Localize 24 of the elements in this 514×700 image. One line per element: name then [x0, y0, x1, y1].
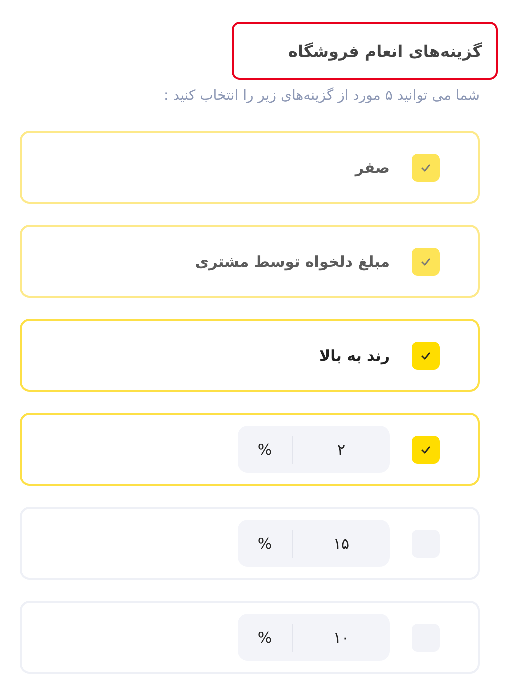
percent-value: ۲	[292, 436, 390, 464]
checkbox[interactable]	[412, 436, 440, 464]
option-card[interactable]: رند به بالا	[20, 319, 480, 392]
option-card[interactable]: ۱۵ %	[20, 507, 480, 580]
option-label: مبلغ دلخواه توسط مشتری	[195, 252, 390, 270]
percent-field[interactable]: ۱۵ %	[238, 520, 390, 567]
percent-unit: %	[256, 628, 274, 646]
option-label: رند به بالا	[319, 346, 390, 364]
check-icon	[421, 446, 431, 454]
percent-value: ۱۵	[292, 530, 390, 558]
checkbox[interactable]	[412, 342, 440, 370]
instruction-text: شما می توانید ۵ مورد از گزینه‌های زیر را انتخاب کنید :	[163, 88, 480, 104]
percent-unit: %	[256, 440, 274, 458]
check-icon	[421, 164, 431, 172]
option-card[interactable]: ۲ %	[20, 413, 480, 486]
percent-unit: %	[256, 534, 274, 552]
percent-field[interactable]: ۲ %	[238, 426, 390, 473]
percent-field[interactable]: ۱۰ %	[238, 614, 390, 661]
check-icon	[421, 352, 431, 360]
check-icon	[421, 258, 431, 266]
percent-value: ۱۰	[292, 624, 390, 652]
option-label: صفر	[355, 158, 390, 176]
section-title: گزینه‌های انعام فروشگاه	[232, 22, 498, 80]
option-card[interactable]: ۱۰ %	[20, 601, 480, 674]
